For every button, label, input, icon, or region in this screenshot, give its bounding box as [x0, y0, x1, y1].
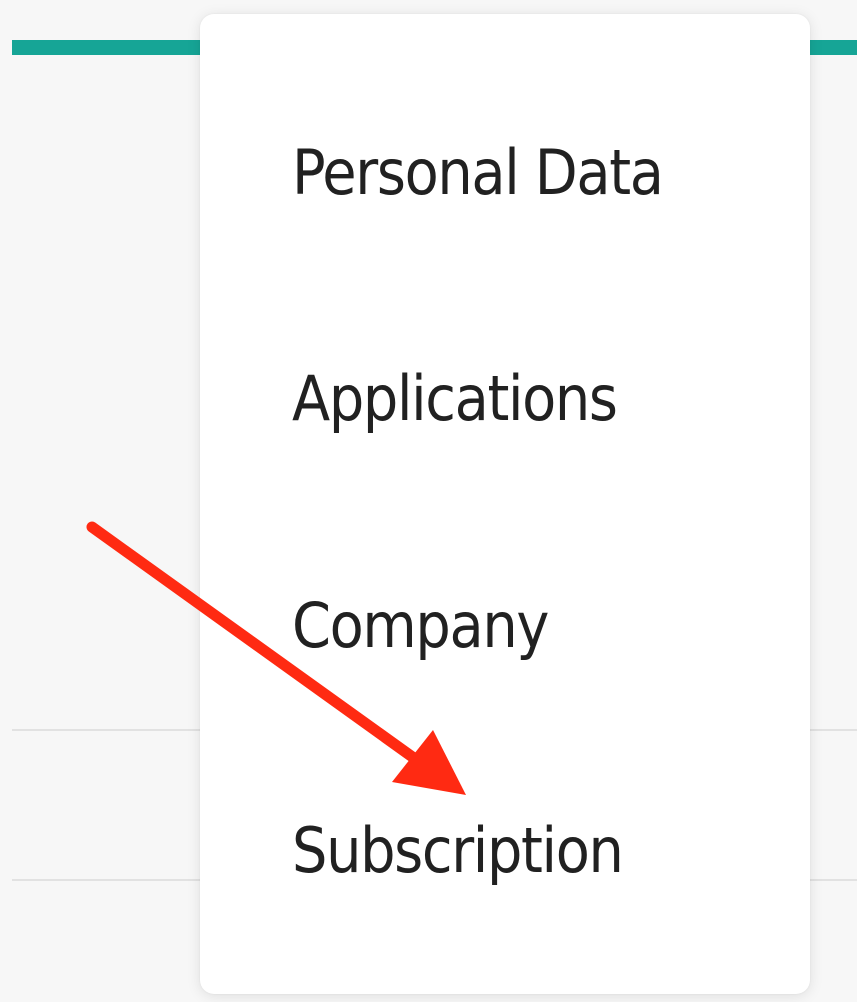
account-dropdown-menu: Personal Data Applications Company Subsc… [200, 14, 810, 994]
menu-item-applications[interactable]: Applications [292, 368, 618, 430]
menu-item-subscription[interactable]: Subscription [292, 820, 624, 882]
menu-item-personal-data[interactable]: Personal Data [292, 142, 664, 204]
menu-item-company[interactable]: Company [292, 595, 549, 657]
page-background: Personal Data Applications Company Subsc… [0, 0, 857, 1002]
